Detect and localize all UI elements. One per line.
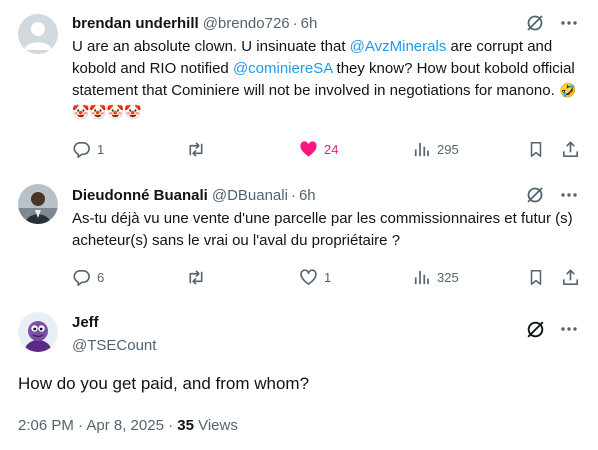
timestamp[interactable]: 2:06 PM · Apr 8, 2025 · [18,417,177,434]
bookmark-button[interactable] [527,138,545,160]
bookmark-button[interactable] [527,266,545,288]
text-segment: U are an absolute clown. U insinuate tha… [72,38,350,55]
separator-dot: · [290,186,296,204]
separator-dot: · [292,14,298,32]
like-count: 24 [324,141,339,157]
author-name[interactable]: brendan underhill [72,15,199,32]
grok-icon[interactable] [524,318,546,340]
action-bar: 1 24 295 [72,138,582,160]
views-count: 35 [177,417,194,434]
tweet-text: How do you get paid, and from whom? [18,374,310,393]
author-handle[interactable]: @brendo726 [203,15,290,32]
more-icon[interactable] [558,318,580,340]
avatar-default[interactable] [18,14,58,54]
bookmark-icon [530,269,542,285]
reply-button[interactable]: 6 [72,266,104,288]
views-count: 295 [437,141,459,157]
like-icon [300,268,317,285]
share-button[interactable] [561,266,580,288]
like-button[interactable]: 24 [299,138,338,160]
repost-button[interactable] [186,266,212,288]
reply-icon [73,269,90,286]
mention-link-cominieresa[interactable]: @cominiereSA [233,60,332,77]
share-button[interactable] [561,138,580,160]
timestamp[interactable]: 6h [301,15,318,32]
views-icon [414,142,429,156]
views-button[interactable]: 295 [412,138,459,160]
like-button[interactable]: 1 [299,266,331,288]
reply-icon [73,141,90,158]
author-name[interactable]: Dieudonné Buanali [72,187,208,204]
share-icon [563,141,578,157]
author-handle[interactable]: @TSECount [72,337,156,354]
views-icon [414,270,429,284]
reply-tweet-1[interactable]: brendan underhill @brendo726 · 6h U are … [0,0,598,168]
share-icon [563,269,578,285]
grok-icon[interactable] [524,184,546,206]
reply-count: 6 [97,269,105,285]
tweet-text: As-tu déjà vu une vente d'une parcelle p… [72,210,573,249]
repost-icon [189,269,203,285]
timestamp[interactable]: 6h [299,187,316,204]
avatar-photo[interactable] [18,184,58,224]
repost-button[interactable] [186,138,212,160]
grok-icon[interactable] [524,12,546,34]
author-handle[interactable]: @DBuanali [212,187,288,204]
avatar-count[interactable] [18,312,58,352]
tweet-text: U are an absolute clown. U insinuate tha… [72,36,582,124]
like-count: 1 [324,269,332,285]
bookmark-icon [530,141,542,157]
action-bar: 6 1 325 [72,266,582,288]
reply-count: 1 [97,141,105,157]
author-name[interactable]: Jeff [72,314,99,331]
mention-link-avzminerals[interactable]: @AvzMinerals [350,38,447,55]
tweet-meta: 2:06 PM · Apr 8, 2025 · 35 Views [18,417,238,434]
reply-tweet-2[interactable]: Dieudonné Buanali @DBuanali · 6h As-tu d… [0,172,598,300]
reply-button[interactable]: 1 [72,138,104,160]
more-icon[interactable] [558,12,580,34]
views-count: 325 [437,269,459,285]
more-icon[interactable] [558,184,580,206]
like-icon [300,140,317,157]
views-button[interactable]: 325 [412,266,459,288]
repost-icon [189,141,203,157]
views-label: Views [193,417,238,434]
